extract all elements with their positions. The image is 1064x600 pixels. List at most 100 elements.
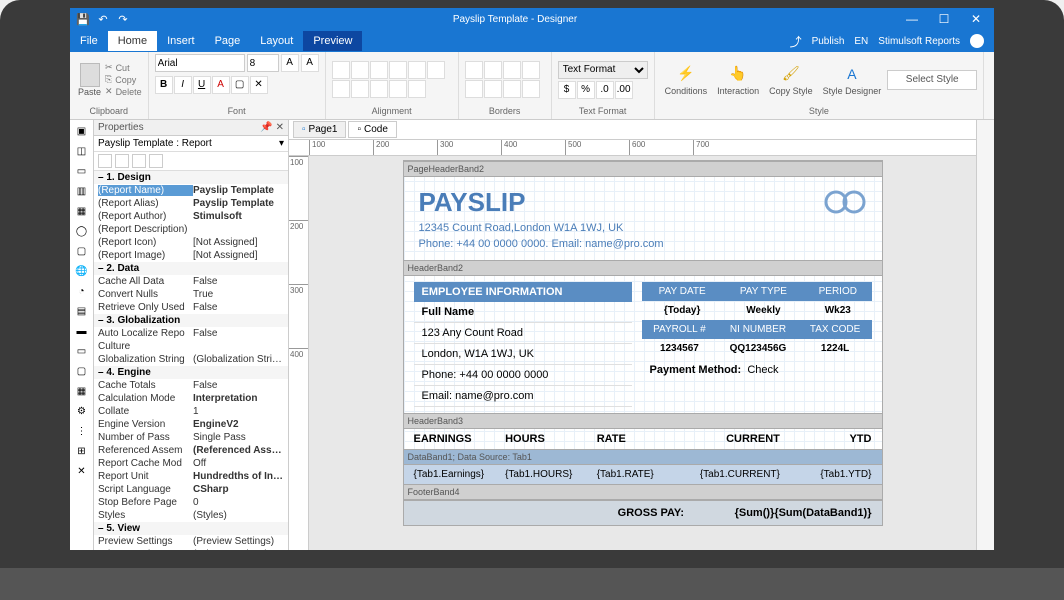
align-top-center[interactable] xyxy=(351,61,369,79)
props-row[interactable]: Cache TotalsFalse xyxy=(94,379,288,392)
props-group[interactable]: – 1. Design xyxy=(94,171,288,184)
fill-color-button[interactable]: ▢ xyxy=(231,76,249,94)
panel-tool[interactable]: ▢ xyxy=(72,242,92,260)
cut-button[interactable]: ✂Cut xyxy=(105,62,142,73)
font-name-select[interactable] xyxy=(155,54,245,72)
emp-info-header[interactable]: EMPLOYEE INFORMATION xyxy=(414,282,632,302)
company-logo[interactable] xyxy=(823,187,867,217)
props-group[interactable]: – 5. View xyxy=(94,522,288,535)
save-icon[interactable]: 💾 xyxy=(76,12,90,26)
close-button[interactable]: ✕ xyxy=(962,12,990,26)
props-group[interactable]: – 2. Data xyxy=(94,262,288,275)
props-row[interactable]: Report UnitHundredths of Inch xyxy=(94,470,288,483)
tab-page1[interactable]: ▫Page1 xyxy=(293,121,346,138)
map-tool[interactable]: ▤ xyxy=(72,302,92,320)
align-top-left[interactable] xyxy=(332,61,350,79)
border-none[interactable] xyxy=(484,61,502,79)
hand-tool[interactable]: ◫ xyxy=(72,142,92,160)
style-designer-button[interactable]: A Style Designer xyxy=(819,64,886,96)
props-row[interactable]: Engine VersionEngineV2 xyxy=(94,418,288,431)
props-row[interactable]: Globalization String(Globalization Strin… xyxy=(94,353,288,366)
border-all[interactable] xyxy=(465,61,483,79)
image-tool[interactable]: ▥ xyxy=(72,182,92,200)
border-left[interactable] xyxy=(503,61,521,79)
align-mid-center[interactable] xyxy=(408,61,426,79)
border-top[interactable] xyxy=(522,61,540,79)
component-tool[interactable]: ▢ xyxy=(72,362,92,380)
band-data1[interactable]: DataBand1; Data Source: Tab1 xyxy=(404,449,882,465)
underline-button[interactable]: U xyxy=(193,76,211,94)
clear-format-button[interactable]: ✕ xyxy=(250,76,268,94)
text-wrap[interactable] xyxy=(408,80,426,98)
properties-selector[interactable]: Payslip Template : Report ▾ xyxy=(94,136,288,152)
align-mid-right[interactable] xyxy=(427,61,445,79)
band-pageheader[interactable]: PageHeaderBand2 xyxy=(404,161,882,177)
paste-button[interactable]: Paste xyxy=(76,61,103,99)
currency-button[interactable]: $ xyxy=(558,81,576,99)
props-row[interactable]: (Report Icon)[Not Assigned] xyxy=(94,236,288,249)
report-band-tool[interactable]: ▬ xyxy=(72,322,92,340)
chart-tool[interactable]: 🌐 xyxy=(72,262,92,280)
cross-band-tool[interactable]: ▭ xyxy=(72,342,92,360)
shape-tool[interactable]: ◯ xyxy=(72,222,92,240)
props-row[interactable]: (Report Name)Payslip Template xyxy=(94,184,288,197)
props-group[interactable]: – 4. Engine xyxy=(94,366,288,379)
undo-icon[interactable]: ↶ xyxy=(96,12,110,26)
border-bottom[interactable] xyxy=(484,80,502,98)
payslip-title[interactable]: PAYSLIP xyxy=(419,187,664,218)
publish-button[interactable]: Publish xyxy=(812,36,845,47)
menu-home[interactable]: Home xyxy=(108,31,157,51)
bold-button[interactable]: B xyxy=(155,76,173,94)
categorize-button[interactable] xyxy=(98,154,112,168)
props-row[interactable]: (Report Image)[Not Assigned] xyxy=(94,249,288,262)
props-row[interactable]: Stop Before Page0 xyxy=(94,496,288,509)
copy-button[interactable]: ⎘Copy xyxy=(105,74,142,85)
earnings-header-row[interactable]: EARNINGS HOURS RATE CURRENT YTD xyxy=(404,429,882,449)
filter-button[interactable] xyxy=(132,154,146,168)
tab-code[interactable]: ▫Code xyxy=(348,121,396,138)
delete-button[interactable]: ✕Delete xyxy=(105,86,142,97)
design-canvas[interactable]: PageHeaderBand2 PAYSLIP 12345 Count Road… xyxy=(309,156,976,550)
props-row[interactable]: (Report Description) xyxy=(94,223,288,236)
menu-page[interactable]: Page xyxy=(205,31,251,51)
props-row[interactable]: (Report Author)Stimulsoft xyxy=(94,210,288,223)
table-tool[interactable]: ▦ xyxy=(72,382,92,400)
gross-pay-row[interactable]: GROSS PAY: {Sum()} {Sum(DataBand1)} xyxy=(404,500,882,525)
text-tool[interactable]: ▭ xyxy=(72,162,92,180)
italic-button[interactable]: I xyxy=(174,76,192,94)
pay-info-table-1[interactable]: PAY DATEPAY TYPEPERIOD {Today}WeeklyWk23 xyxy=(642,282,872,320)
font-color-button[interactable]: A xyxy=(212,76,230,94)
align-bot-left[interactable] xyxy=(332,80,350,98)
props-row[interactable]: Printer Settings(Printer Settings) xyxy=(94,548,288,550)
pointer-tool[interactable]: ▣ xyxy=(72,122,92,140)
align-bot-right[interactable] xyxy=(370,80,388,98)
font-shrink-button[interactable]: A xyxy=(301,54,319,72)
redo-icon[interactable]: ↷ xyxy=(116,12,130,26)
emp-name[interactable]: Full Name xyxy=(414,302,632,323)
panel-close-icon[interactable]: ✕ xyxy=(276,122,284,133)
company-contact[interactable]: Phone: +44 00 0000 0000. Email: name@pro… xyxy=(419,238,664,250)
company-address[interactable]: 12345 Count Road,London W1A 1WJ, UK xyxy=(419,222,664,234)
interaction-button[interactable]: 👆 Interaction xyxy=(713,64,763,96)
minimize-button[interactable]: — xyxy=(898,12,926,26)
decimal-inc-button[interactable]: .0 xyxy=(596,81,614,99)
conditions-button[interactable]: ⚡ Conditions xyxy=(661,64,712,96)
font-size-select[interactable] xyxy=(247,54,279,72)
emp-email[interactable]: Email: name@pro.com xyxy=(414,386,632,407)
data-row[interactable]: {Tab1.Earnings} {Tab1.HOURS} {Tab1.RATE}… xyxy=(404,465,882,484)
text-rotate[interactable] xyxy=(389,80,407,98)
text-format-select[interactable]: Text Format xyxy=(558,61,648,79)
props-row[interactable]: Cache All DataFalse xyxy=(94,275,288,288)
report-page[interactable]: PageHeaderBand2 PAYSLIP 12345 Count Road… xyxy=(403,160,883,526)
props-row[interactable]: Retrieve Only UsedFalse xyxy=(94,301,288,314)
props-row[interactable]: (Report Alias)Payslip Template xyxy=(94,197,288,210)
menu-preview[interactable]: Preview xyxy=(303,31,362,51)
props-group[interactable]: – 3. Globalization xyxy=(94,314,288,327)
tools-tool[interactable]: ✕ xyxy=(72,462,92,480)
percent-button[interactable]: % xyxy=(577,81,595,99)
locate-button[interactable] xyxy=(149,154,163,168)
properties-tree[interactable]: – 1. Design(Report Name)Payslip Template… xyxy=(94,171,288,550)
copy-style-button[interactable]: 🖌 Copy Style xyxy=(765,64,817,96)
align-mid-left[interactable] xyxy=(389,61,407,79)
band-footer4[interactable]: FooterBand4 xyxy=(404,484,882,500)
